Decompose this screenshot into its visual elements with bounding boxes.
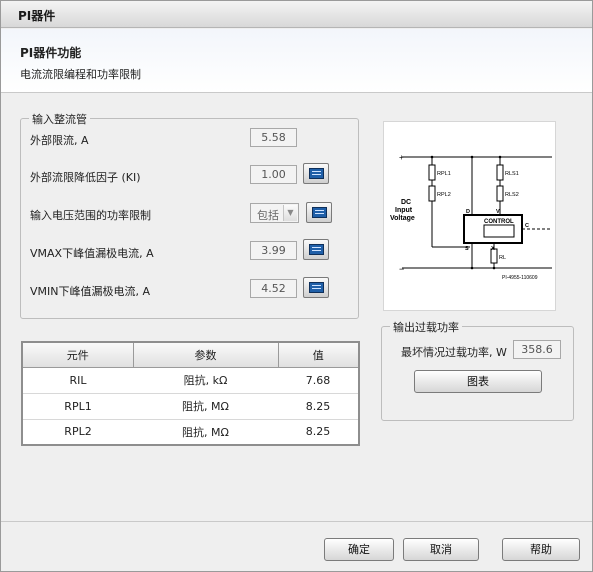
power-limit-select-value: 包括 (257, 209, 279, 222)
table-row[interactable]: RPL1 阻抗, MΩ 8.25 (22, 393, 359, 420)
worst-case-overload-label: 最坏情况过载功率, W (401, 346, 507, 359)
table-row[interactable]: RIL 阻抗, kΩ 7.68 (22, 367, 359, 394)
vmin-peak-current-label: VMIN下峰值漏极电流, A (30, 285, 151, 298)
power-limit-label: 输入电压范围的功率限制 (30, 209, 151, 222)
calculator-icon (312, 207, 327, 218)
vmin-peak-current-field[interactable]: 4.52 (250, 279, 297, 298)
external-current-limit-label: 外部限流, A (30, 134, 89, 147)
diagram-rpl2-label: RPL2 (437, 192, 451, 198)
column-header-parameter[interactable]: 参数 (132, 341, 279, 368)
table-cell-value: 8.25 (278, 419, 359, 446)
ok-button[interactable]: 确定 (324, 538, 394, 561)
cancel-button[interactable]: 取消 (403, 538, 479, 561)
output-overload-legend: 输出过载功率 (390, 319, 462, 335)
diagram-s-label: S (465, 246, 469, 252)
header-panel: PI器件功能 电流流限编程和功率限制 (1, 29, 592, 93)
table-row[interactable]: RPL2 阻抗, MΩ 8.25 (22, 419, 359, 446)
power-limit-calc-button[interactable] (306, 202, 332, 223)
chart-button[interactable]: 图表 (414, 370, 542, 393)
page-title: PI器件功能 (20, 46, 82, 60)
help-button[interactable]: 帮助 (502, 538, 580, 561)
component-table: 元件 参数 值 RIL 阻抗, kΩ 7.68 RPL1 阻抗, MΩ 8.25… (21, 341, 360, 446)
vmin-peak-current-calc-button[interactable] (303, 277, 329, 298)
input-rectifier-legend: 输入整流管 (29, 111, 90, 127)
diagram-control-label: CONTROL (484, 219, 514, 225)
diagram-rl-label: RL (499, 255, 506, 261)
table-cell-value: 7.68 (278, 367, 359, 394)
circuit-diagram: + − DC Input Voltage RPL1 RPL2 RLS1 RLS2… (383, 121, 556, 311)
power-limit-select[interactable]: 包括 ▼ (250, 203, 299, 223)
calculator-icon (309, 168, 324, 179)
table-cell-component: RPL2 (22, 419, 133, 446)
table-cell-parameter: 阻抗, kΩ (133, 367, 278, 394)
vmax-peak-current-label: VMAX下峰值漏极电流, A (30, 247, 154, 260)
input-rectifier-group: 输入整流管 外部限流, A 5.58 外部流限降低因子 (KI) 1.00 输入… (20, 111, 359, 319)
diagram-rls1-label: RLS1 (505, 171, 519, 177)
diagram-rpl1-label: RPL1 (437, 171, 451, 177)
table-cell-parameter: 阻抗, MΩ (133, 419, 278, 446)
diagram-c-label: C (525, 223, 529, 229)
vmax-peak-current-calc-button[interactable] (303, 239, 329, 260)
calculator-icon (309, 244, 324, 255)
worst-case-overload-field[interactable]: 358.6 (513, 340, 561, 359)
column-header-component[interactable]: 元件 (21, 341, 134, 368)
external-current-limit-field[interactable]: 5.58 (250, 128, 297, 147)
diagram-input-label: Input (395, 207, 413, 214)
circuit-schematic: + − DC Input Voltage RPL1 RPL2 RLS1 RLS2… (390, 153, 552, 281)
calculator-icon (309, 282, 324, 293)
diagram-v-label: V (496, 209, 500, 215)
table-cell-component: RIL (22, 367, 133, 394)
vmax-peak-current-field[interactable]: 3.99 (250, 241, 297, 260)
diagram-rls2-label: RLS2 (505, 192, 519, 198)
diagram-plus-label: + (399, 153, 404, 162)
table-cell-component: RPL1 (22, 393, 133, 420)
column-header-value[interactable]: 值 (277, 341, 360, 368)
output-overload-group: 输出过载功率 最坏情况过载功率, W 358.6 图表 (381, 319, 574, 421)
limit-reduction-factor-label: 外部流限降低因子 (KI) (30, 171, 141, 184)
dialog-window: PI器件 PI器件功能 电流流限编程和功率限制 输入整流管 外部限流, A 5.… (0, 0, 593, 572)
table-cell-parameter: 阻抗, MΩ (133, 393, 278, 420)
diagram-x-label: X (491, 246, 495, 252)
footer-divider (1, 521, 592, 522)
chevron-down-icon[interactable]: ▼ (283, 205, 297, 221)
diagram-dc-label: DC (401, 199, 411, 206)
diagram-voltage-label: Voltage (390, 215, 415, 222)
title-bar: PI器件 (1, 1, 592, 28)
diagram-code-label: PI-4955-110609 (502, 275, 538, 281)
diagram-minus-label: − (399, 264, 404, 274)
limit-reduction-factor-field[interactable]: 1.00 (250, 165, 297, 184)
page-subtitle: 电流流限编程和功率限制 (20, 68, 141, 81)
diagram-d-label: D (466, 209, 470, 215)
table-cell-value: 8.25 (278, 393, 359, 420)
limit-reduction-factor-calc-button[interactable] (303, 163, 329, 184)
window-title: PI器件 (18, 9, 56, 23)
table-header-row: 元件 参数 值 (21, 341, 360, 368)
